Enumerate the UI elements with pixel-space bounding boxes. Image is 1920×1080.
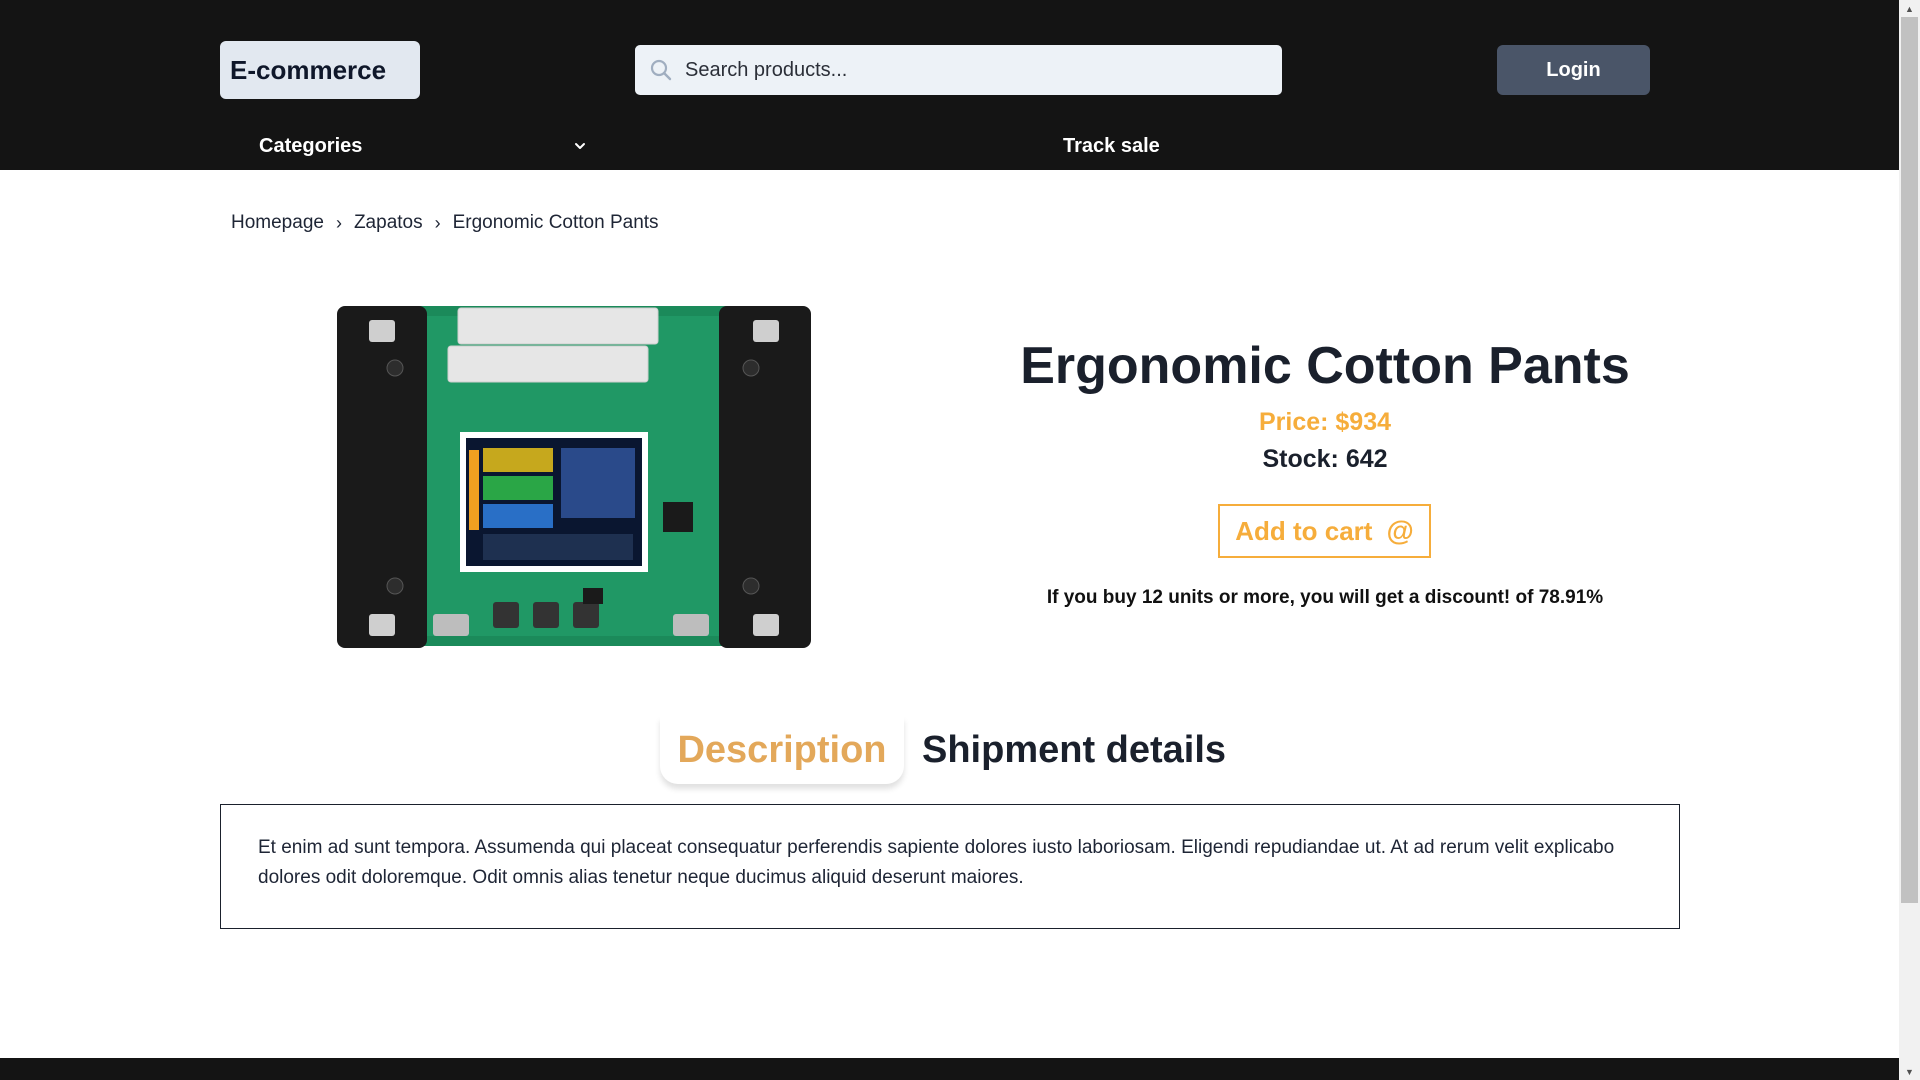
discount-notice: If you buy 12 units or more, you will ge… — [1046, 587, 1604, 608]
product-image — [337, 306, 811, 648]
breadcrumb-category[interactable]: Zapatos — [354, 212, 423, 234]
chevron-down-icon — [575, 143, 585, 149]
tab-shipment-details[interactable]: Shipment details — [922, 716, 1226, 784]
site-logo[interactable]: E-commerce — [220, 41, 420, 99]
categories-label: Categories — [259, 134, 363, 157]
breadcrumb-current: Ergonomic Cotton Pants — [452, 212, 659, 233]
page-scrollbar[interactable]: ▲ ▼ — [1899, 0, 1920, 1080]
description-text: Et enim ad sunt tempora. Assumenda qui p… — [258, 837, 1615, 888]
scrollbar-thumb[interactable] — [1901, 17, 1918, 903]
breadcrumb-separator-icon: › — [434, 212, 441, 233]
categories-dropdown[interactable]: Categories — [220, 128, 590, 164]
product-stock: Stock: 642 — [1262, 445, 1388, 473]
scroll-up-icon[interactable]: ▲ — [1899, 0, 1920, 17]
breadcrumb-home[interactable]: Homepage — [231, 212, 324, 234]
scroll-down-icon[interactable]: ▼ — [1899, 1063, 1920, 1080]
product-price: Price: $934 — [1258, 408, 1392, 436]
search-icon — [650, 59, 672, 81]
search-bar[interactable] — [635, 45, 1282, 95]
nav-track-sale[interactable]: Track sale — [1063, 128, 1160, 164]
search-input[interactable] — [685, 45, 1265, 95]
product-title: Ergonomic Cotton Pants — [1020, 337, 1630, 395]
site-footer — [0, 1058, 1899, 1080]
at-sign-icon: @ — [1386, 515, 1414, 546]
login-button[interactable]: Login — [1497, 45, 1650, 95]
add-to-cart-label: Add to cart — [1235, 515, 1373, 546]
breadcrumb-separator-icon: › — [335, 212, 342, 233]
add-to-cart-button[interactable]: Add to cart @ — [1218, 504, 1431, 558]
description-panel: Et enim ad sunt tempora. Assumenda qui p… — [220, 804, 1680, 929]
tab-description[interactable]: Description — [660, 716, 904, 784]
site-header: E-commerce Login Categories Track sale — [0, 0, 1899, 170]
breadcrumb: Homepage › Zapatos › Ergonomic Cotton Pa… — [231, 212, 659, 234]
